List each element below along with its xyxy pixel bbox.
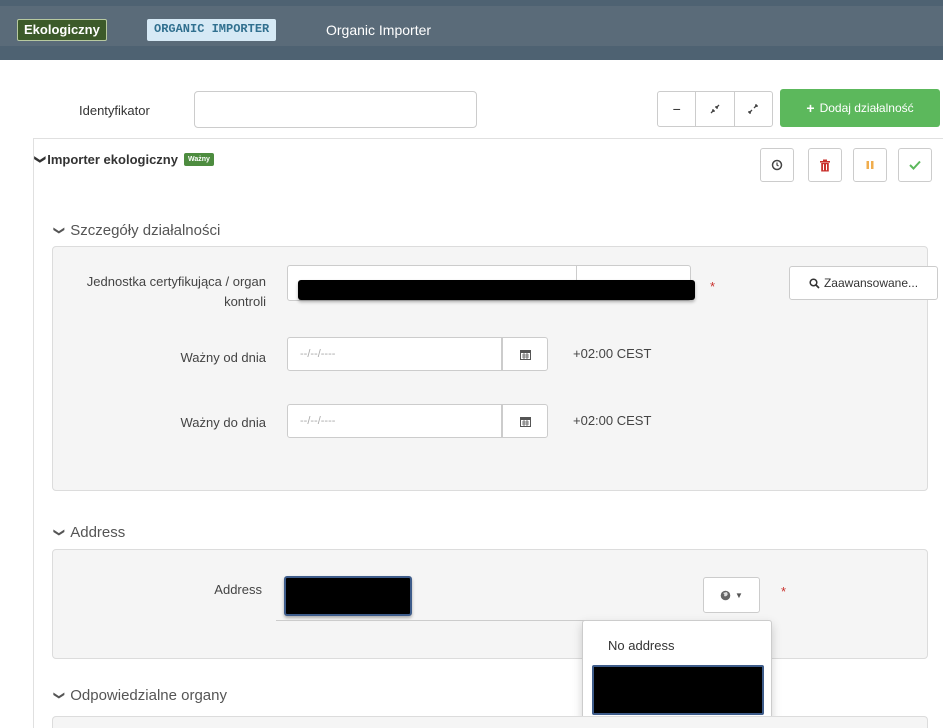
delete-button[interactable] [808, 148, 842, 182]
history-button[interactable] [760, 148, 794, 182]
minus-icon: − [672, 101, 681, 117]
valid-from-label: Ważny od dnia [180, 350, 266, 365]
valid-to-input[interactable]: --/--/---- [287, 404, 502, 438]
valid-from-input[interactable]: --/--/---- [287, 337, 502, 371]
view-toggle-group: − [657, 91, 773, 127]
address-picker-button[interactable]: ▼ [703, 577, 760, 613]
top-header-bar: Ekologiczny ORGANIC IMPORTER Organic Imp… [0, 0, 943, 60]
identifier-input[interactable] [194, 91, 477, 128]
page-title: Organic Importer [326, 22, 432, 38]
panel-left-border [33, 138, 34, 728]
details-section-header[interactable]: ❯ Szczegóły działalności [53, 222, 221, 239]
suspend-button[interactable] [853, 148, 887, 182]
code-badge: ORGANIC IMPORTER [147, 19, 277, 41]
dropdown-option-no-address[interactable]: No address [608, 638, 674, 653]
address-section-header[interactable]: ❯ Address [53, 524, 126, 541]
authorities-panel [52, 716, 928, 728]
authorities-section-title: Odpowiedzialne organy [70, 687, 227, 704]
history-icon [771, 159, 783, 171]
status-badge: Ważny [183, 153, 214, 166]
globe-icon [720, 590, 731, 600]
address-redacted-value [284, 576, 412, 616]
address-label: Address [214, 582, 262, 597]
authorities-section-header[interactable]: ❯ Odpowiedzialne organy [53, 687, 227, 704]
valid-to-calendar-button[interactable] [502, 404, 548, 438]
approve-button[interactable] [898, 148, 932, 182]
address-required-mark: * [781, 584, 787, 599]
dropdown-option-redacted[interactable] [592, 665, 764, 715]
valid-to-timezone: +02:00 CEST [573, 413, 652, 428]
advanced-search-label: Zaawansowane... [823, 276, 919, 290]
details-section-title: Szczegóły działalności [70, 222, 221, 239]
expand-icon [748, 104, 758, 114]
caret-down-icon: ▼ [735, 590, 743, 600]
activity-header[interactable]: ❯ Importer ekologiczny Ważny [34, 152, 214, 167]
address-panel [52, 549, 928, 659]
address-section-title: Address [70, 524, 126, 541]
expand-button[interactable] [735, 92, 772, 126]
calendar-icon [519, 349, 531, 360]
add-activity-button[interactable]: + Dodaj działalność [780, 89, 940, 127]
compress-icon [710, 104, 720, 114]
calendar-icon [519, 416, 531, 427]
header-strip [0, 6, 943, 46]
add-activity-label: Dodaj działalność [819, 101, 914, 115]
required-mark: * [710, 279, 716, 294]
chevron-down-icon: ❯ [34, 154, 47, 165]
trash-icon [820, 159, 830, 171]
chevron-down-icon: ❯ [53, 527, 66, 538]
search-icon [809, 277, 820, 289]
chevron-down-icon: ❯ [53, 225, 66, 236]
compress-button[interactable] [696, 92, 735, 126]
advanced-search-button[interactable]: Zaawansowane... [789, 266, 938, 300]
category-badge: Ekologiczny [17, 19, 107, 41]
certifying-body-label: Jednostka certyfikująca / organ kontroli [86, 274, 266, 309]
redacted-value [298, 280, 695, 300]
panel-top-border [33, 138, 943, 139]
pause-icon [866, 161, 874, 169]
collapse-all-button[interactable]: − [658, 92, 697, 126]
address-dropdown-menu: No address [582, 620, 772, 722]
chevron-down-icon: ❯ [53, 690, 66, 701]
address-underline [276, 620, 614, 621]
valid-to-label: Ważny do dnia [180, 415, 266, 430]
identifier-label: Identyfikator [79, 103, 150, 118]
check-icon [909, 160, 921, 170]
valid-from-calendar-button[interactable] [502, 337, 548, 371]
valid-from-timezone: +02:00 CEST [573, 346, 652, 361]
activity-title: Importer ekologiczny [47, 152, 178, 167]
plus-icon: + [806, 100, 815, 116]
